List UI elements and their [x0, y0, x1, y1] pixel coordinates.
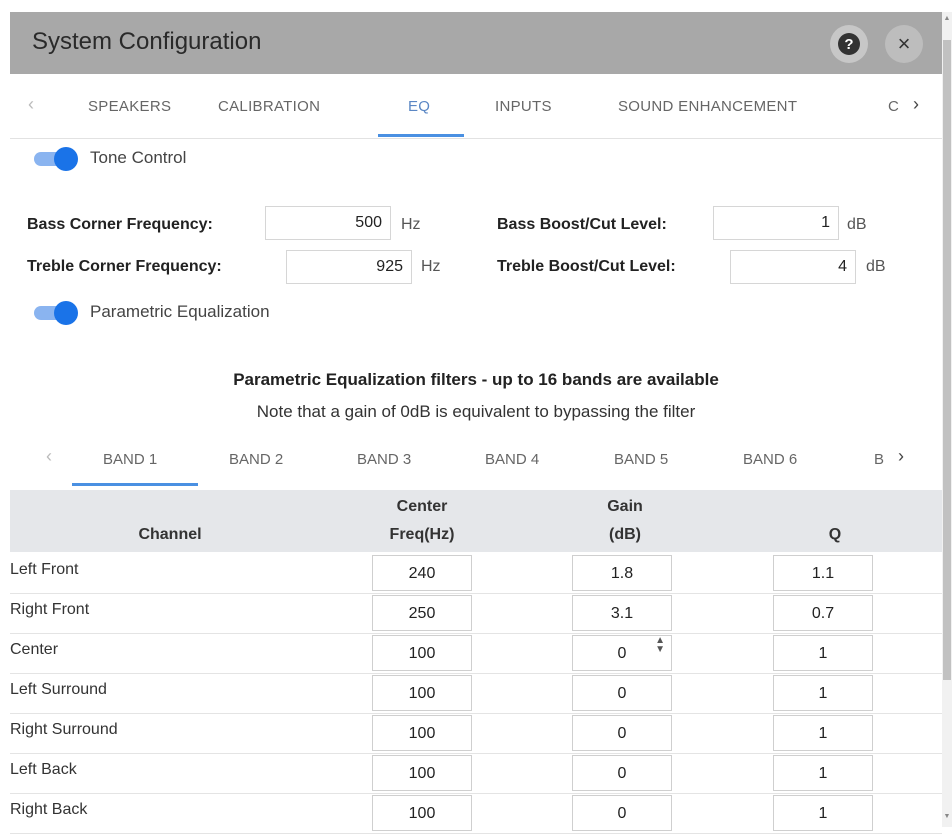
gain-input[interactable]: 0 — [572, 715, 672, 751]
table-row: Right Front 250 3.1 0.7 — [10, 593, 942, 634]
treble-corner-unit: Hz — [421, 258, 441, 275]
tab-band-4[interactable]: BAND 4 — [485, 438, 539, 484]
tab-band-3[interactable]: BAND 3 — [357, 438, 411, 484]
tabs-scroll-left-icon[interactable]: ‹ — [28, 94, 34, 115]
freq-input[interactable]: 100 — [372, 675, 472, 711]
table-row: Right Surround 100 0 1 — [10, 713, 942, 754]
table-row: Right Back 100 0 1 — [10, 793, 942, 834]
column-header-channel: Channel — [138, 526, 202, 543]
active-tab-indicator — [378, 134, 464, 137]
parametric-eq-label: Parametric Equalization — [90, 302, 270, 321]
tabs-scroll-right-icon[interactable]: › — [913, 94, 919, 115]
q-input[interactable]: 1 — [773, 675, 873, 711]
gain-input[interactable]: 3.1 — [572, 595, 672, 631]
gain-input-focused[interactable]: 0 ▲ ▼ — [572, 635, 672, 671]
bass-corner-unit: Hz — [401, 216, 421, 233]
bass-level-unit: dB — [847, 216, 867, 233]
bass-level-label: Bass Boost/Cut Level: — [497, 216, 667, 233]
bands-scroll-left-icon[interactable]: ‹ — [46, 446, 52, 467]
column-header-q: Q — [828, 526, 842, 543]
treble-corner-input[interactable]: 925 — [286, 250, 412, 284]
tab-band-more[interactable]: B — [874, 438, 884, 484]
tab-band-2[interactable]: BAND 2 — [229, 438, 283, 484]
gain-input[interactable]: 1.8 — [572, 555, 672, 591]
scroll-up-icon[interactable]: ▲ — [943, 14, 951, 24]
treble-level-input[interactable]: 4 — [730, 250, 856, 284]
freq-input[interactable]: 240 — [372, 555, 472, 591]
tab-inputs[interactable]: INPUTS — [495, 74, 552, 138]
table-row: Left Front 240 1.8 1.1 — [10, 553, 942, 594]
table-row: Left Back 100 0 1 — [10, 753, 942, 794]
close-button[interactable]: × — [885, 25, 923, 63]
gain-value: 0 — [617, 645, 627, 662]
freq-input[interactable]: 250 — [372, 595, 472, 631]
table-row: Center 100 0 ▲ ▼ 1 — [10, 633, 942, 674]
tab-speakers[interactable]: SPEAKERS — [88, 74, 171, 138]
tab-sound-enhancement[interactable]: SOUND ENHANCEMENT — [618, 74, 797, 138]
column-header-freq-line2: Freq(Hz) — [389, 526, 455, 543]
parametric-note: Note that a gain of 0dB is equivalent to… — [256, 402, 696, 421]
channel-name: Center — [10, 641, 59, 658]
q-input[interactable]: 1 — [773, 795, 873, 831]
treble-level-unit: dB — [866, 258, 886, 275]
window-title: System Configuration — [32, 28, 262, 55]
freq-input[interactable]: 100 — [372, 715, 472, 751]
freq-input[interactable]: 100 — [372, 795, 472, 831]
tab-band-1[interactable]: BAND 1 — [103, 438, 157, 484]
q-input[interactable]: 1 — [773, 635, 873, 671]
gain-input[interactable]: 0 — [572, 795, 672, 831]
channel-name: Left Back — [10, 761, 77, 778]
main-tab-bar: ‹ SPEAKERS CALIBRATION EQ INPUTS SOUND E… — [10, 74, 942, 139]
bands-scroll-right-icon[interactable]: › — [898, 446, 904, 467]
tab-band-5[interactable]: BAND 5 — [614, 438, 668, 484]
title-bar: System Configuration ? × — [10, 12, 942, 74]
treble-level-label: Treble Boost/Cut Level: — [497, 258, 676, 275]
close-icon: × — [897, 31, 911, 56]
bass-corner-label: Bass Corner Frequency: — [27, 216, 213, 233]
gain-input[interactable]: 0 — [572, 675, 672, 711]
tab-band-6[interactable]: BAND 6 — [743, 438, 797, 484]
treble-corner-label: Treble Corner Frequency: — [27, 258, 222, 275]
channel-name: Left Front — [10, 561, 79, 578]
help-icon: ? — [838, 33, 860, 55]
tab-more[interactable]: C — [888, 74, 899, 138]
active-band-indicator — [72, 483, 198, 486]
channel-name: Right Back — [10, 801, 88, 818]
q-input[interactable]: 0.7 — [773, 595, 873, 631]
tab-calibration[interactable]: CALIBRATION — [218, 74, 320, 138]
channel-name: Right Surround — [10, 721, 118, 738]
q-input[interactable]: 1.1 — [773, 555, 873, 591]
parametric-eq-toggle[interactable] — [34, 301, 78, 325]
tab-eq[interactable]: EQ — [408, 74, 430, 138]
column-header-gain-line1: Gain — [607, 498, 643, 515]
toggle-knob — [54, 147, 78, 171]
top-strip — [0, 0, 952, 12]
toggle-knob — [54, 301, 78, 325]
spinner-arrows-icon[interactable]: ▲ ▼ — [655, 636, 665, 655]
eq-table-header: Channel Center Freq(Hz) Gain (dB) Q — [10, 490, 942, 552]
q-input[interactable]: 1 — [773, 715, 873, 751]
table-row: Left Surround 100 0 1 — [10, 673, 942, 714]
bass-level-input[interactable]: 1 — [713, 206, 839, 240]
help-button[interactable]: ? — [830, 25, 868, 63]
freq-input[interactable]: 100 — [372, 635, 472, 671]
gain-input[interactable]: 0 — [572, 755, 672, 791]
band-tab-bar: ‹ BAND 1 BAND 2 BAND 3 BAND 4 BAND 5 BAN… — [10, 438, 942, 488]
column-header-freq-line1: Center — [396, 498, 448, 515]
channel-name: Right Front — [10, 601, 90, 618]
parametric-heading: Parametric Equalization filters - up to … — [233, 370, 719, 389]
scroll-down-icon[interactable]: ▼ — [943, 812, 951, 822]
column-header-gain-line2: (dB) — [609, 526, 641, 543]
tone-control-label: Tone Control — [90, 148, 187, 167]
scrollbar-thumb[interactable] — [943, 40, 951, 680]
channel-name: Left Surround — [10, 681, 107, 698]
tone-control-toggle[interactable] — [34, 147, 78, 171]
bass-corner-input[interactable]: 500 — [265, 206, 391, 240]
q-input[interactable]: 1 — [773, 755, 873, 791]
freq-input[interactable]: 100 — [372, 755, 472, 791]
